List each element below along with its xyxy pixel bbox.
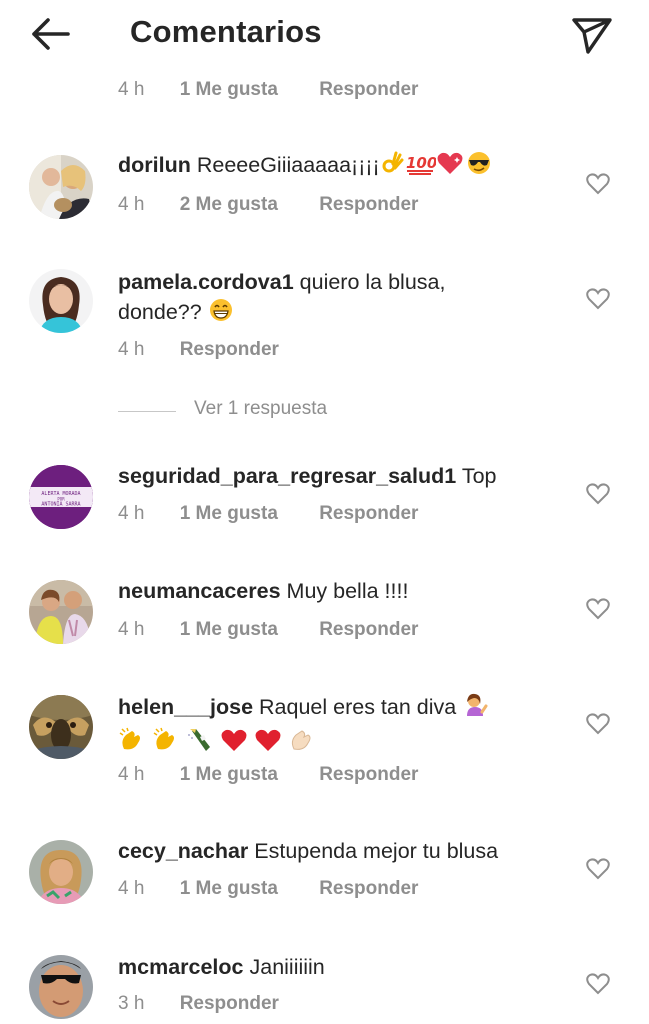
comment-body: mcmarceloc Janiiiiiin — [118, 952, 558, 982]
replies-divider — [118, 411, 176, 412]
comment-text: Raquel eres tan diva — [259, 695, 457, 719]
comment-meta: 4 h 1 Me gusta Responder — [118, 764, 418, 790]
comment-text: quiero la blusa, — [299, 270, 446, 294]
comment-time: 4 h — [118, 764, 145, 785]
comment-time: 3 h — [118, 993, 145, 1014]
username[interactable]: mcmarceloc — [118, 955, 244, 979]
comment-body: cecy_nachar Estupenda mejor tu blusa — [118, 836, 558, 866]
likes-count[interactable]: 1 Me gusta — [180, 619, 278, 641]
reply-button[interactable]: Responder — [180, 993, 279, 1015]
avatar[interactable] — [29, 840, 93, 904]
comment-body: seguridad_para_regresar_salud1 Top — [118, 461, 558, 491]
comment-text: Estupenda mejor tu blusa — [254, 839, 499, 863]
avatar[interactable] — [29, 155, 93, 219]
comment-text: Janiiiiiin — [249, 955, 325, 979]
comment-body: dorilun ReeeeGiiiaaaaa¡¡¡¡ 100 — [118, 150, 558, 184]
paper-plane-icon[interactable] — [568, 12, 616, 56]
clapping-hands-emoji-icon — [152, 727, 180, 761]
comment-meta: 4 h Responder — [118, 339, 279, 365]
heart-icon[interactable] — [586, 483, 610, 505]
ok-hand-emoji-icon — [380, 150, 404, 184]
comment-body: pamela.cordova1 quiero la blusa, donde?? — [118, 267, 558, 331]
top-bar: Comentarios — [0, 0, 649, 70]
avatar[interactable] — [29, 695, 93, 759]
reply-button[interactable]: Responder — [319, 878, 418, 900]
comment-time: 4 h — [118, 619, 145, 640]
comment-time: 4 h — [118, 79, 145, 100]
comment-text: Top — [461, 464, 497, 488]
svg-text:100: 100 — [406, 154, 436, 172]
page-title: Comentarios — [130, 14, 322, 49]
clapping-hands-light-emoji-icon — [288, 727, 316, 761]
arrow-left-icon[interactable] — [26, 14, 74, 54]
red-heart-emoji-icon — [254, 727, 282, 761]
grinning-face-emoji-icon — [208, 297, 234, 331]
comment-time: 4 h — [118, 194, 145, 215]
heart-icon[interactable] — [586, 713, 610, 735]
comment-time: 4 h — [118, 339, 145, 360]
username[interactable]: cecy_nachar — [118, 839, 248, 863]
comment-meta: 4 h 1 Me gusta Responder — [118, 503, 418, 529]
likes-count[interactable]: 1 Me gusta — [180, 764, 278, 786]
view-replies-label: Ver 1 respuesta — [194, 398, 328, 419]
reply-button[interactable]: Responder — [319, 619, 418, 641]
username[interactable]: helen___jose — [118, 695, 253, 719]
username[interactable]: pamela.cordova1 — [118, 270, 294, 294]
champagne-emoji-icon — [186, 727, 214, 761]
comment-meta: 4 h 1 Me gusta Responder — [118, 79, 418, 105]
hundred-emoji-icon: 100 — [404, 150, 437, 184]
comment-text-continued: donde?? — [118, 300, 202, 324]
likes-count[interactable]: 1 Me gusta — [180, 79, 278, 101]
red-heart-emoji-icon — [220, 727, 248, 761]
sunglasses-face-emoji-icon — [466, 150, 492, 184]
comment-meta: 4 h 1 Me gusta Responder — [118, 878, 418, 904]
comment-text: ReeeeGiiiaaaaa¡¡¡¡ — [196, 153, 380, 177]
avatar[interactable] — [29, 580, 93, 644]
avatar[interactable]: ALERTA MORADA POR ANTONIA SARRA — [29, 465, 93, 529]
likes-count[interactable]: 1 Me gusta — [180, 503, 278, 525]
reply-button[interactable]: Responder — [319, 194, 418, 216]
comment-meta: 3 h Responder — [118, 993, 279, 1019]
comment-meta: 4 h 1 Me gusta Responder — [118, 619, 418, 645]
heart-icon[interactable] — [586, 858, 610, 880]
comment-body: neumancaceres Muy bella !!!! — [118, 576, 558, 606]
likes-count[interactable]: 1 Me gusta — [180, 878, 278, 900]
reply-button[interactable]: Responder — [319, 764, 418, 786]
username[interactable]: seguridad_para_regresar_salud1 — [118, 464, 456, 488]
heart-icon[interactable] — [586, 173, 610, 195]
heart-icon[interactable] — [586, 288, 610, 310]
likes-count[interactable]: 2 Me gusta — [180, 194, 278, 216]
heart-icon[interactable] — [586, 598, 610, 620]
avatar[interactable] — [29, 269, 93, 333]
heart-icon[interactable] — [586, 973, 610, 995]
woman-tipping-hand-emoji-icon — [462, 692, 488, 726]
clapping-hands-emoji-icon — [118, 727, 146, 761]
reply-button[interactable]: Responder — [319, 79, 418, 101]
comment-body: helen___jose Raquel eres tan diva — [118, 692, 558, 761]
avatar[interactable] — [29, 955, 93, 1019]
svg-text:ANTONIA SARRA: ANTONIA SARRA — [41, 502, 80, 508]
comment-time: 4 h — [118, 878, 145, 899]
comment-meta: 4 h 2 Me gusta Responder — [118, 194, 418, 220]
reply-button[interactable]: Responder — [319, 503, 418, 525]
reply-button[interactable]: Responder — [180, 339, 279, 361]
comment-text: Muy bella !!!! — [286, 579, 409, 603]
username[interactable]: dorilun — [118, 153, 191, 177]
comment-time: 4 h — [118, 503, 145, 524]
sparkling-heart-emoji-icon — [436, 150, 466, 184]
username[interactable]: neumancaceres — [118, 579, 281, 603]
